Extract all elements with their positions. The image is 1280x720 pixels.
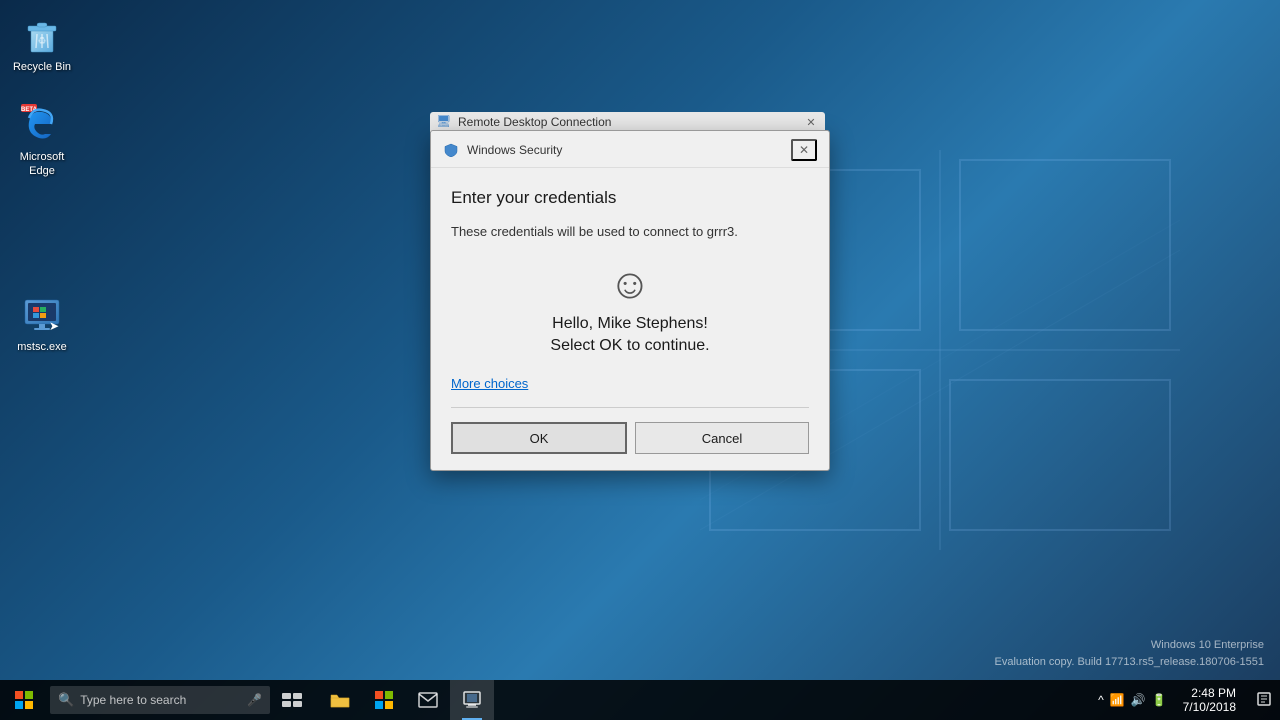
dialog-titlebar: Windows Security ✕ bbox=[431, 131, 829, 168]
taskbar-mail[interactable] bbox=[406, 680, 450, 720]
dialog-close-button[interactable]: ✕ bbox=[791, 139, 817, 161]
taskbar-search[interactable]: 🔍 Type here to search 🎤 bbox=[50, 686, 270, 714]
dialog-buttons: OK Cancel bbox=[451, 407, 809, 454]
desktop-icon-microsoft-edge[interactable]: BETA Microsoft Edge bbox=[6, 100, 78, 183]
dialog-body: Enter your credentials These credentials… bbox=[431, 168, 829, 470]
recycle-bin-icon: ♻ bbox=[21, 14, 63, 56]
search-icon: 🔍 bbox=[58, 692, 74, 708]
search-placeholder: Type here to search bbox=[80, 693, 186, 707]
tray-icons-area[interactable]: ^ 📶 🔊 🔋 bbox=[1094, 680, 1171, 720]
clock-time: 2:48 PM bbox=[1191, 686, 1236, 700]
recycle-bin-label: Recycle Bin bbox=[10, 60, 74, 74]
taskbar-right: ^ 📶 🔊 🔋 2:48 PM 7/10/2018 bbox=[1094, 680, 1280, 720]
smiley-icon: ☺ bbox=[609, 263, 652, 305]
dialog-user-greeting: Hello, Mike Stephens! bbox=[552, 315, 708, 333]
taskbar-active-app[interactable] bbox=[450, 680, 494, 720]
rdp-window-icon: 🖥 bbox=[436, 114, 452, 130]
svg-text:➤: ➤ bbox=[49, 319, 59, 333]
notification-center-button[interactable] bbox=[1248, 680, 1280, 720]
tray-icons: ^ 📶 🔊 🔋 bbox=[1098, 693, 1167, 707]
taskbar-file-explorer[interactable] bbox=[318, 680, 362, 720]
dialog-title-icon bbox=[443, 142, 459, 158]
watermark-line1: Windows 10 Enterprise bbox=[995, 637, 1265, 654]
taskbar-store[interactable] bbox=[362, 680, 406, 720]
more-choices-link[interactable]: More choices bbox=[451, 376, 528, 391]
dialog-description: These credentials will be used to connec… bbox=[451, 224, 809, 239]
desktop: ♻ Recycle Bin BETA Microsoft E bbox=[0, 0, 1280, 720]
desktop-icon-recycle-bin[interactable]: ♻ Recycle Bin bbox=[6, 10, 78, 78]
dialog-user-prompt: Select OK to continue. bbox=[550, 337, 709, 355]
taskbar-clock[interactable]: 2:48 PM 7/10/2018 bbox=[1171, 680, 1248, 720]
edge-icon: BETA bbox=[21, 104, 63, 146]
mstsc-icon: ➤ bbox=[21, 294, 63, 336]
svg-text:♻: ♻ bbox=[38, 36, 47, 47]
edge-label: Microsoft Edge bbox=[10, 150, 74, 179]
start-button[interactable] bbox=[0, 680, 48, 720]
watermark-line2: Evaluation copy. Build 17713.rs5_release… bbox=[995, 654, 1265, 671]
tray-volume-icon[interactable]: 🔊 bbox=[1131, 693, 1146, 707]
dialog-heading: Enter your credentials bbox=[451, 188, 809, 208]
dialog-avatar-area: ☺ Hello, Mike Stephens! Select OK to con… bbox=[451, 263, 809, 355]
taskbar: 🔍 Type here to search 🎤 bbox=[0, 680, 1280, 720]
clock-date: 7/10/2018 bbox=[1183, 700, 1236, 714]
win-watermark: Windows 10 Enterprise Evaluation copy. B… bbox=[995, 637, 1265, 670]
tray-battery-icon[interactable]: 🔋 bbox=[1152, 693, 1167, 707]
cancel-button[interactable]: Cancel bbox=[635, 422, 809, 454]
rdp-close-button[interactable]: ✕ bbox=[797, 112, 825, 132]
tray-network-icon[interactable]: 📶 bbox=[1110, 693, 1125, 707]
windows-security-dialog: Windows Security ✕ Enter your credential… bbox=[430, 130, 830, 471]
tray-expand-icon[interactable]: ^ bbox=[1098, 693, 1104, 707]
desktop-icon-mstsc[interactable]: ➤ mstsc.exe bbox=[6, 290, 78, 358]
mic-icon[interactable]: 🎤 bbox=[247, 693, 262, 707]
rdp-window-title: Remote Desktop Connection bbox=[458, 115, 797, 129]
mstsc-label: mstsc.exe bbox=[10, 340, 74, 354]
task-view-button[interactable] bbox=[270, 680, 314, 720]
taskbar-apps bbox=[318, 680, 494, 720]
rdp-window-behind[interactable]: 🖥 Remote Desktop Connection ✕ bbox=[430, 112, 825, 132]
dialog-title-text: Windows Security bbox=[467, 143, 791, 157]
ok-button[interactable]: OK bbox=[451, 422, 627, 454]
